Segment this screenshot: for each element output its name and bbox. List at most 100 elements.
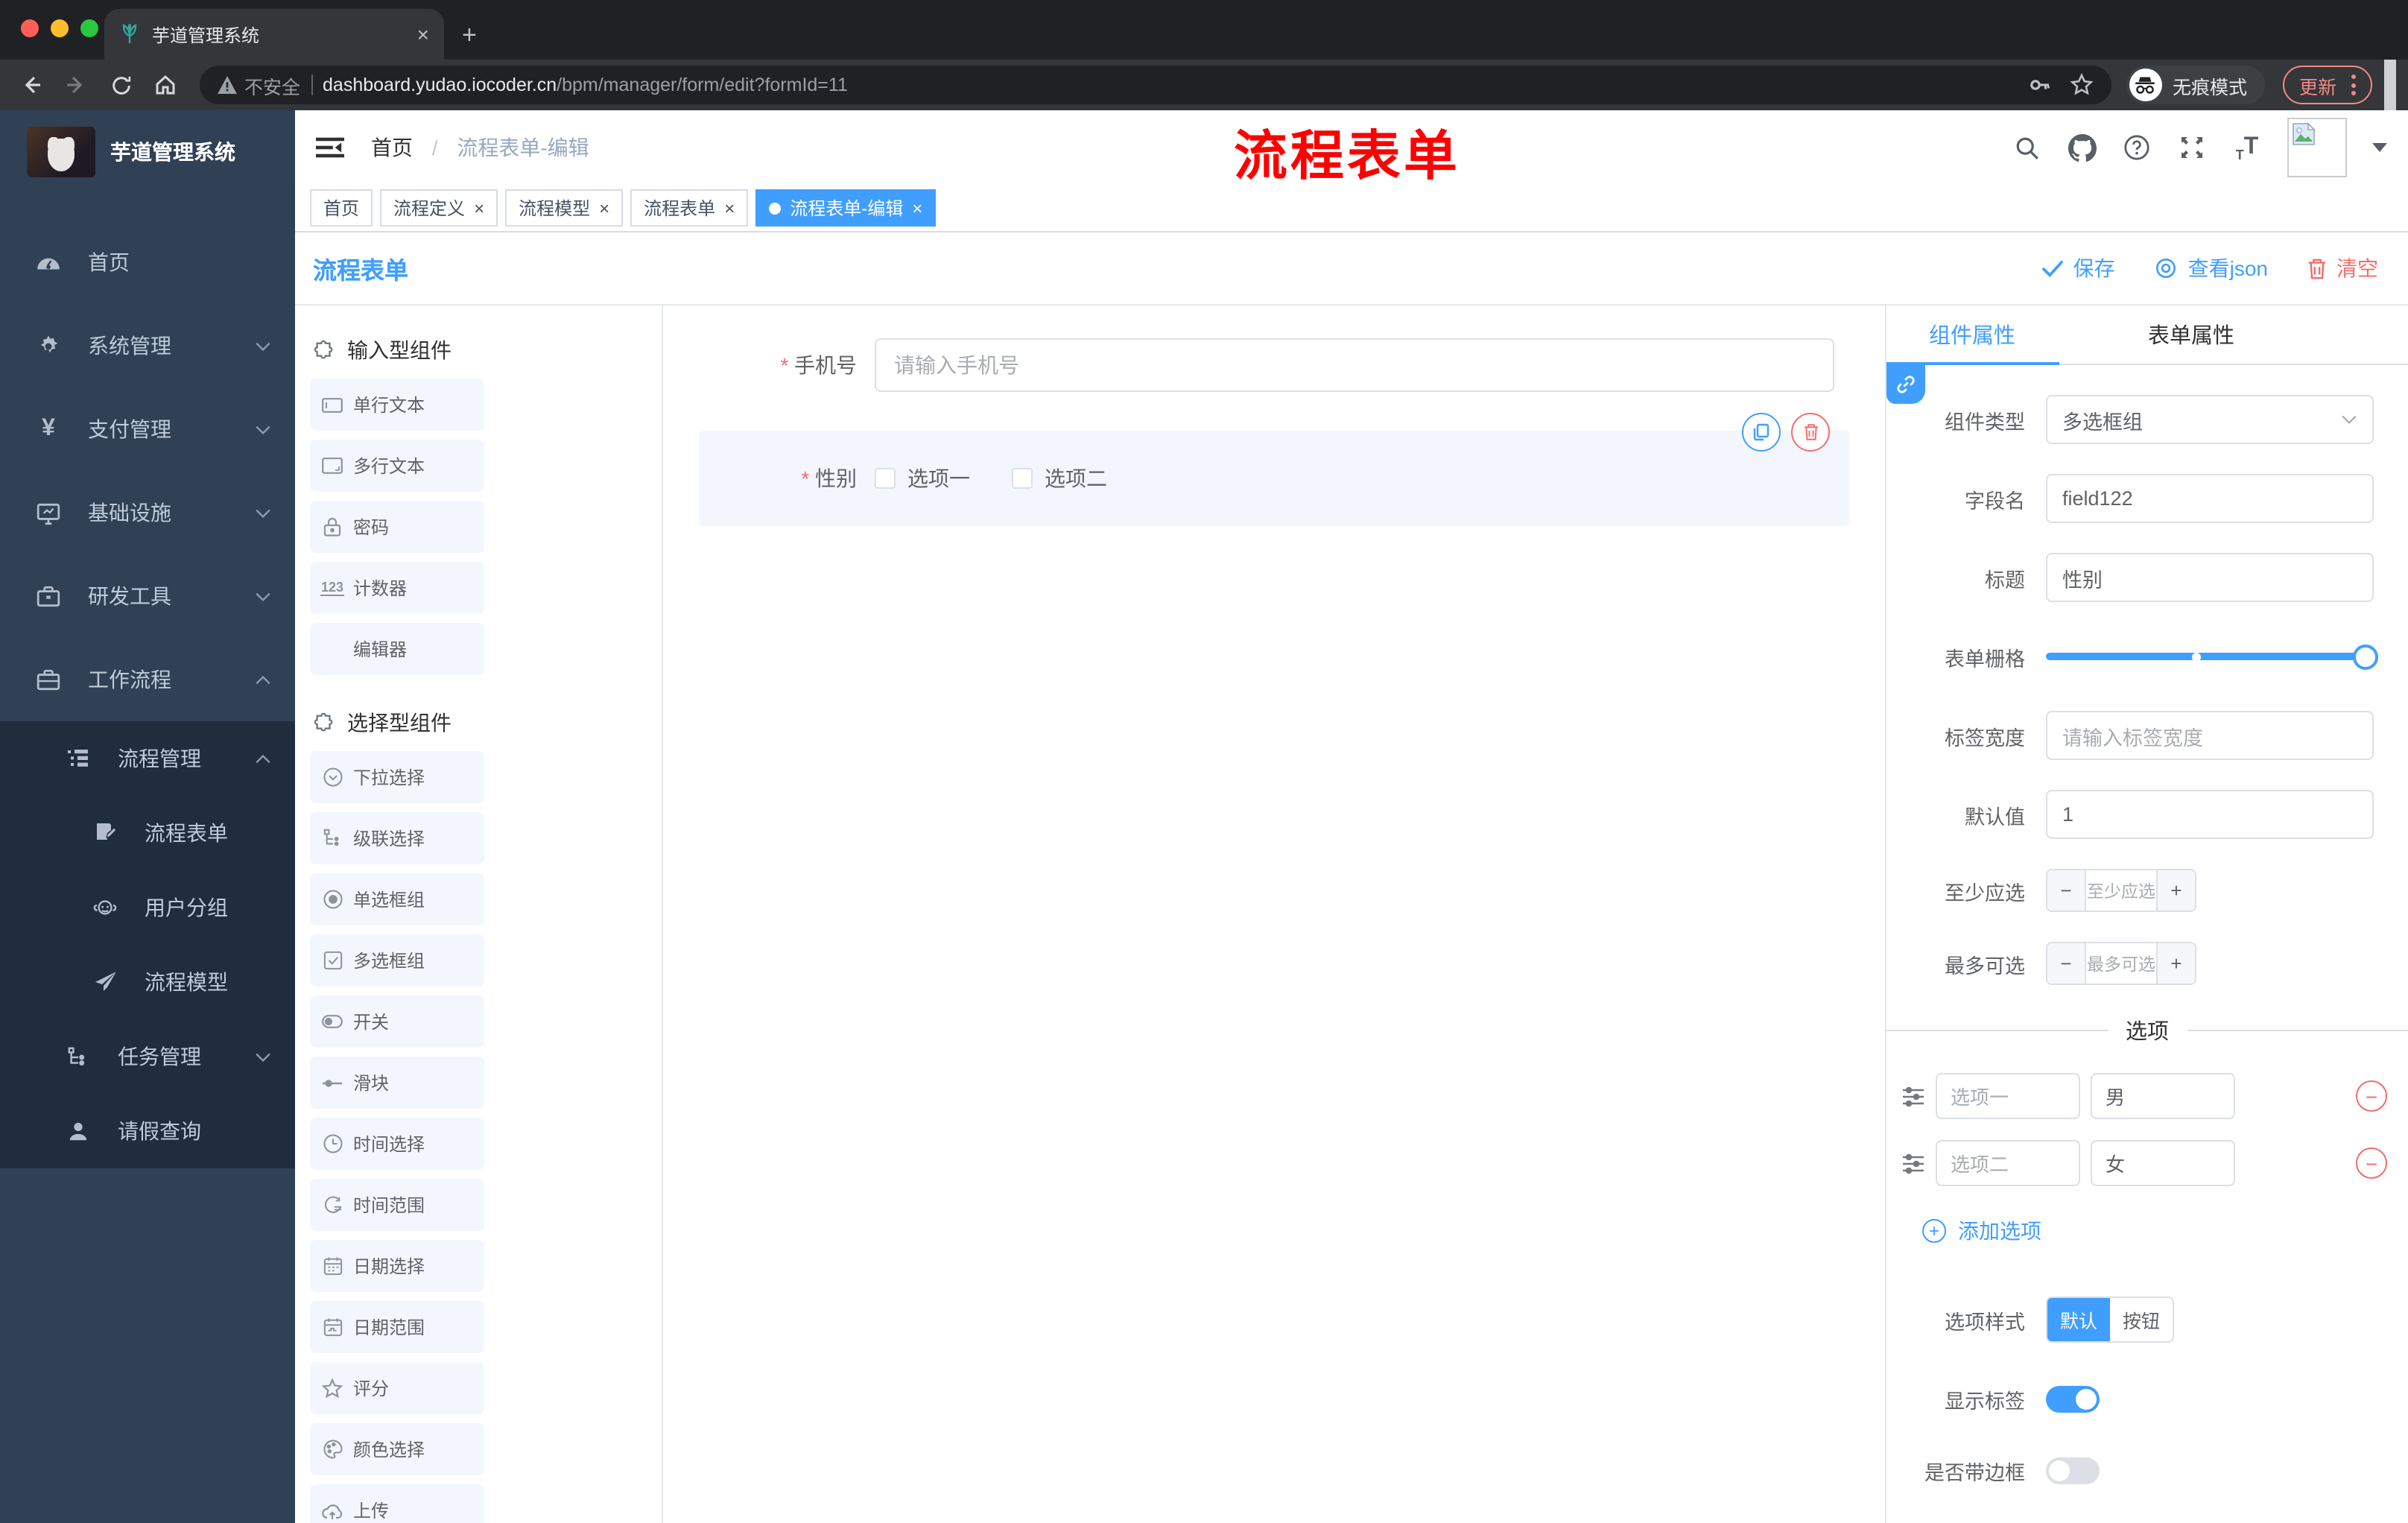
decrease-button[interactable]: − bbox=[2047, 943, 2085, 984]
border-switch[interactable] bbox=[2046, 1457, 2100, 1484]
label-width-input[interactable]: 请输入标签宽度 bbox=[2046, 711, 2374, 760]
breadcrumb-home[interactable]: 首页 bbox=[371, 136, 413, 159]
browser-update-button[interactable]: 更新 bbox=[2282, 66, 2372, 104]
component-item-multi-text[interactable]: 多行文本 bbox=[310, 440, 484, 492]
link-drawer-handle[interactable] bbox=[1886, 365, 1925, 404]
close-icon[interactable]: × bbox=[474, 197, 484, 218]
form-canvas[interactable]: 手机号 请输入手机号 性别 选项一 bbox=[663, 305, 1885, 1523]
view-json-button[interactable]: 查看json bbox=[2154, 253, 2268, 283]
checkbox-icon[interactable] bbox=[875, 468, 896, 489]
phone-input[interactable]: 请输入手机号 bbox=[875, 338, 1834, 392]
browser-menu-icon[interactable] bbox=[2351, 75, 2356, 95]
option-label-input[interactable]: 选项二 bbox=[1936, 1140, 2080, 1186]
slider-handle[interactable] bbox=[2353, 644, 2378, 669]
component-item-password[interactable]: 密码 bbox=[310, 501, 484, 553]
canvas-field-gender-selected[interactable]: 性别 选项一 选项二 bbox=[699, 413, 1849, 526]
forward-icon[interactable] bbox=[57, 66, 95, 104]
browser-tab[interactable]: 芋道管理系统 × bbox=[104, 9, 444, 60]
delete-component-button[interactable] bbox=[1791, 413, 1830, 452]
reload-icon[interactable] bbox=[101, 66, 140, 104]
max-select-input[interactable]: 最多可选 bbox=[2085, 943, 2158, 984]
sidebar-item-devtools[interactable]: 研发工具 bbox=[0, 554, 295, 638]
tag-home[interactable]: 首页 bbox=[310, 189, 373, 227]
new-tab-button[interactable]: + bbox=[462, 21, 477, 51]
form-grid-slider[interactable] bbox=[2046, 644, 2378, 669]
maximize-window-button[interactable] bbox=[80, 19, 98, 37]
title-input[interactable]: 性别 bbox=[2046, 553, 2374, 602]
component-item-date-picker[interactable]: 日期选择 bbox=[310, 1240, 484, 1292]
component-item-counter[interactable]: 123 计数器 bbox=[310, 562, 484, 614]
tag-process-model[interactable]: 流程模型 × bbox=[505, 189, 624, 227]
component-item-editor[interactable]: 编辑器 bbox=[310, 623, 484, 675]
font-size-icon[interactable]: TT bbox=[2232, 133, 2262, 162]
sidebar-collapse-icon[interactable] bbox=[316, 136, 344, 159]
tab-form-props[interactable]: 表单属性 bbox=[2106, 305, 2277, 364]
close-icon[interactable]: × bbox=[599, 197, 609, 218]
sidebar-item-user-group[interactable]: 用户分组 bbox=[0, 870, 295, 945]
back-icon[interactable] bbox=[12, 66, 51, 104]
component-item-upload[interactable]: 上传 bbox=[310, 1484, 484, 1523]
decrease-button[interactable]: − bbox=[2047, 870, 2085, 911]
add-option-button[interactable]: + 添加选项 bbox=[1922, 1216, 2408, 1246]
component-item-radio-group[interactable]: 单选框组 bbox=[310, 873, 484, 925]
component-item-single-text[interactable]: 单行文本 bbox=[310, 379, 484, 431]
gender-option-1[interactable]: 选项一 bbox=[875, 463, 970, 493]
component-type-select[interactable]: 多选框组 bbox=[2046, 395, 2374, 444]
sidebar-item-payment[interactable]: ¥ 支付管理 bbox=[0, 387, 295, 471]
option-value-input[interactable]: 女 bbox=[2091, 1140, 2235, 1186]
show-label-switch[interactable] bbox=[2046, 1386, 2100, 1413]
minimize-window-button[interactable] bbox=[51, 19, 69, 37]
field-name-input[interactable]: field122 bbox=[2046, 474, 2374, 523]
tab-close-icon[interactable]: × bbox=[417, 22, 429, 46]
component-item-color-picker[interactable]: 颜色选择 bbox=[310, 1423, 484, 1475]
remove-option-button[interactable]: − bbox=[2356, 1147, 2387, 1179]
window-controls[interactable] bbox=[21, 19, 98, 37]
tag-process-form-edit[interactable]: 流程表单-编辑 × bbox=[755, 189, 937, 227]
component-item-dropdown[interactable]: 下拉选择 bbox=[310, 751, 484, 803]
help-icon[interactable] bbox=[2122, 133, 2152, 162]
increase-button[interactable]: + bbox=[2158, 943, 2195, 984]
min-select-input[interactable]: 至少应选 bbox=[2085, 870, 2158, 911]
duplicate-component-button[interactable] bbox=[1742, 413, 1781, 452]
component-item-time-range[interactable]: 时间范围 bbox=[310, 1179, 484, 1231]
sidebar-item-process-mgmt[interactable]: 流程管理 bbox=[0, 721, 295, 796]
tag-process-definition[interactable]: 流程定义 × bbox=[380, 189, 498, 227]
sidebar-item-leave-query[interactable]: 请假查询 bbox=[0, 1094, 295, 1168]
checkbox-icon[interactable] bbox=[1012, 468, 1033, 489]
fullscreen-icon[interactable] bbox=[2177, 133, 2207, 162]
close-icon[interactable]: × bbox=[912, 197, 922, 218]
github-icon[interactable] bbox=[2067, 133, 2097, 162]
sidebar-item-workflow[interactable]: 工作流程 bbox=[0, 638, 295, 721]
canvas-field-phone[interactable]: 手机号 请输入手机号 bbox=[681, 326, 1867, 404]
security-warning[interactable]: 不安全 bbox=[218, 71, 300, 99]
sidebar-item-task-mgmt[interactable]: 任务管理 bbox=[0, 1019, 295, 1094]
tag-process-form[interactable]: 流程表单 × bbox=[630, 189, 749, 227]
remove-option-button[interactable]: − bbox=[2356, 1080, 2387, 1112]
sidebar-item-home[interactable]: 首页 bbox=[0, 221, 295, 304]
option-label-input[interactable]: 选项一 bbox=[1936, 1073, 2080, 1119]
close-icon[interactable]: × bbox=[724, 197, 735, 218]
component-item-date-range[interactable]: 日期范围 bbox=[310, 1301, 484, 1353]
sidebar-item-infra[interactable]: 基础设施 bbox=[0, 471, 295, 554]
increase-button[interactable]: + bbox=[2158, 870, 2195, 911]
component-item-time-picker[interactable]: 时间选择 bbox=[310, 1118, 484, 1170]
sidebar-logo[interactable]: 芋道管理系统 bbox=[0, 110, 295, 194]
bookmark-star-icon[interactable] bbox=[2070, 73, 2094, 97]
option-value-input[interactable]: 男 bbox=[2091, 1073, 2235, 1119]
style-button-button[interactable]: 按钮 bbox=[2110, 1298, 2173, 1341]
drag-handle-icon[interactable] bbox=[1901, 1086, 1925, 1106]
component-item-cascader[interactable]: 级联选择 bbox=[310, 812, 484, 864]
gender-option-2[interactable]: 选项二 bbox=[1012, 463, 1107, 493]
key-icon[interactable] bbox=[2028, 73, 2052, 97]
sidebar-item-process-form[interactable]: 流程表单 bbox=[0, 796, 295, 870]
style-default-button[interactable]: 默认 bbox=[2047, 1298, 2110, 1341]
component-item-slider[interactable]: 滑块 bbox=[310, 1057, 484, 1109]
home-icon[interactable] bbox=[146, 66, 185, 104]
tab-component-props[interactable]: 组件属性 bbox=[1886, 305, 2058, 364]
drag-handle-icon[interactable] bbox=[1901, 1153, 1925, 1174]
address-bar[interactable]: 不安全 dashboard.yudao.iocoder.cn/bpm/manag… bbox=[200, 66, 2111, 104]
clear-button[interactable]: 清空 bbox=[2307, 253, 2378, 283]
default-value-input[interactable]: 1 bbox=[2046, 790, 2374, 839]
close-window-button[interactable] bbox=[21, 19, 39, 37]
sidebar-item-system[interactable]: 系统管理 bbox=[0, 304, 295, 387]
